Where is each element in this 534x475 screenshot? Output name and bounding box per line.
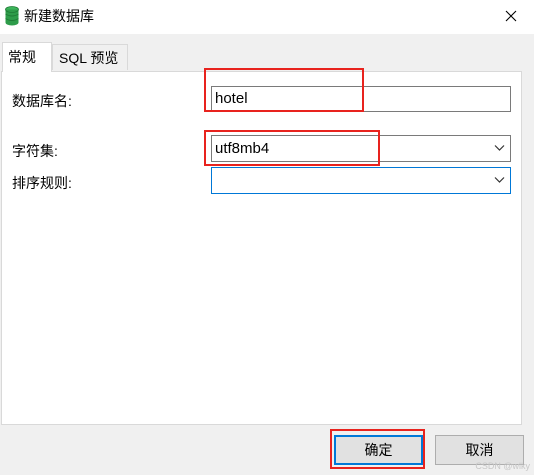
close-icon (505, 10, 517, 22)
window-title: 新建数据库 (24, 8, 94, 24)
tab-general[interactable]: 常规 (2, 42, 52, 72)
cancel-button-label: 取消 (465, 442, 494, 458)
tab-sql-preview[interactable]: SQL 预览 (52, 44, 128, 70)
db-name-label: 数据库名: (12, 93, 72, 109)
chevron-down-icon (494, 177, 505, 183)
charset-label: 字符集: (12, 143, 58, 159)
watermark: CSDN @wlky (475, 461, 530, 471)
charset-select[interactable]: utf8mb4 (211, 135, 511, 162)
collation-select[interactable] (211, 167, 511, 194)
ok-button-label: 确定 (364, 442, 393, 458)
general-panel: 数据库名: hotel 字符集: utf8mb4 排序规则: (1, 71, 522, 425)
chevron-down-icon (494, 145, 505, 151)
collation-label: 排序规则: (12, 175, 72, 191)
ok-button[interactable]: 确定 (334, 435, 423, 465)
tab-sql-preview-label: SQL 预览 (59, 50, 119, 66)
tab-strip: 常规 SQL 预览 (0, 34, 534, 72)
close-button[interactable] (488, 0, 534, 32)
tab-general-label: 常规 (8, 49, 36, 65)
db-name-value: hotel (215, 90, 248, 107)
db-name-input[interactable]: hotel (211, 86, 511, 112)
charset-value: utf8mb4 (215, 140, 270, 157)
title-bar: 新建数据库 (0, 0, 534, 34)
new-database-dialog: 新建数据库 常规 SQL 预览 数据库名: hotel 字符集: utf8mb4… (0, 0, 534, 475)
database-icon (5, 6, 19, 26)
